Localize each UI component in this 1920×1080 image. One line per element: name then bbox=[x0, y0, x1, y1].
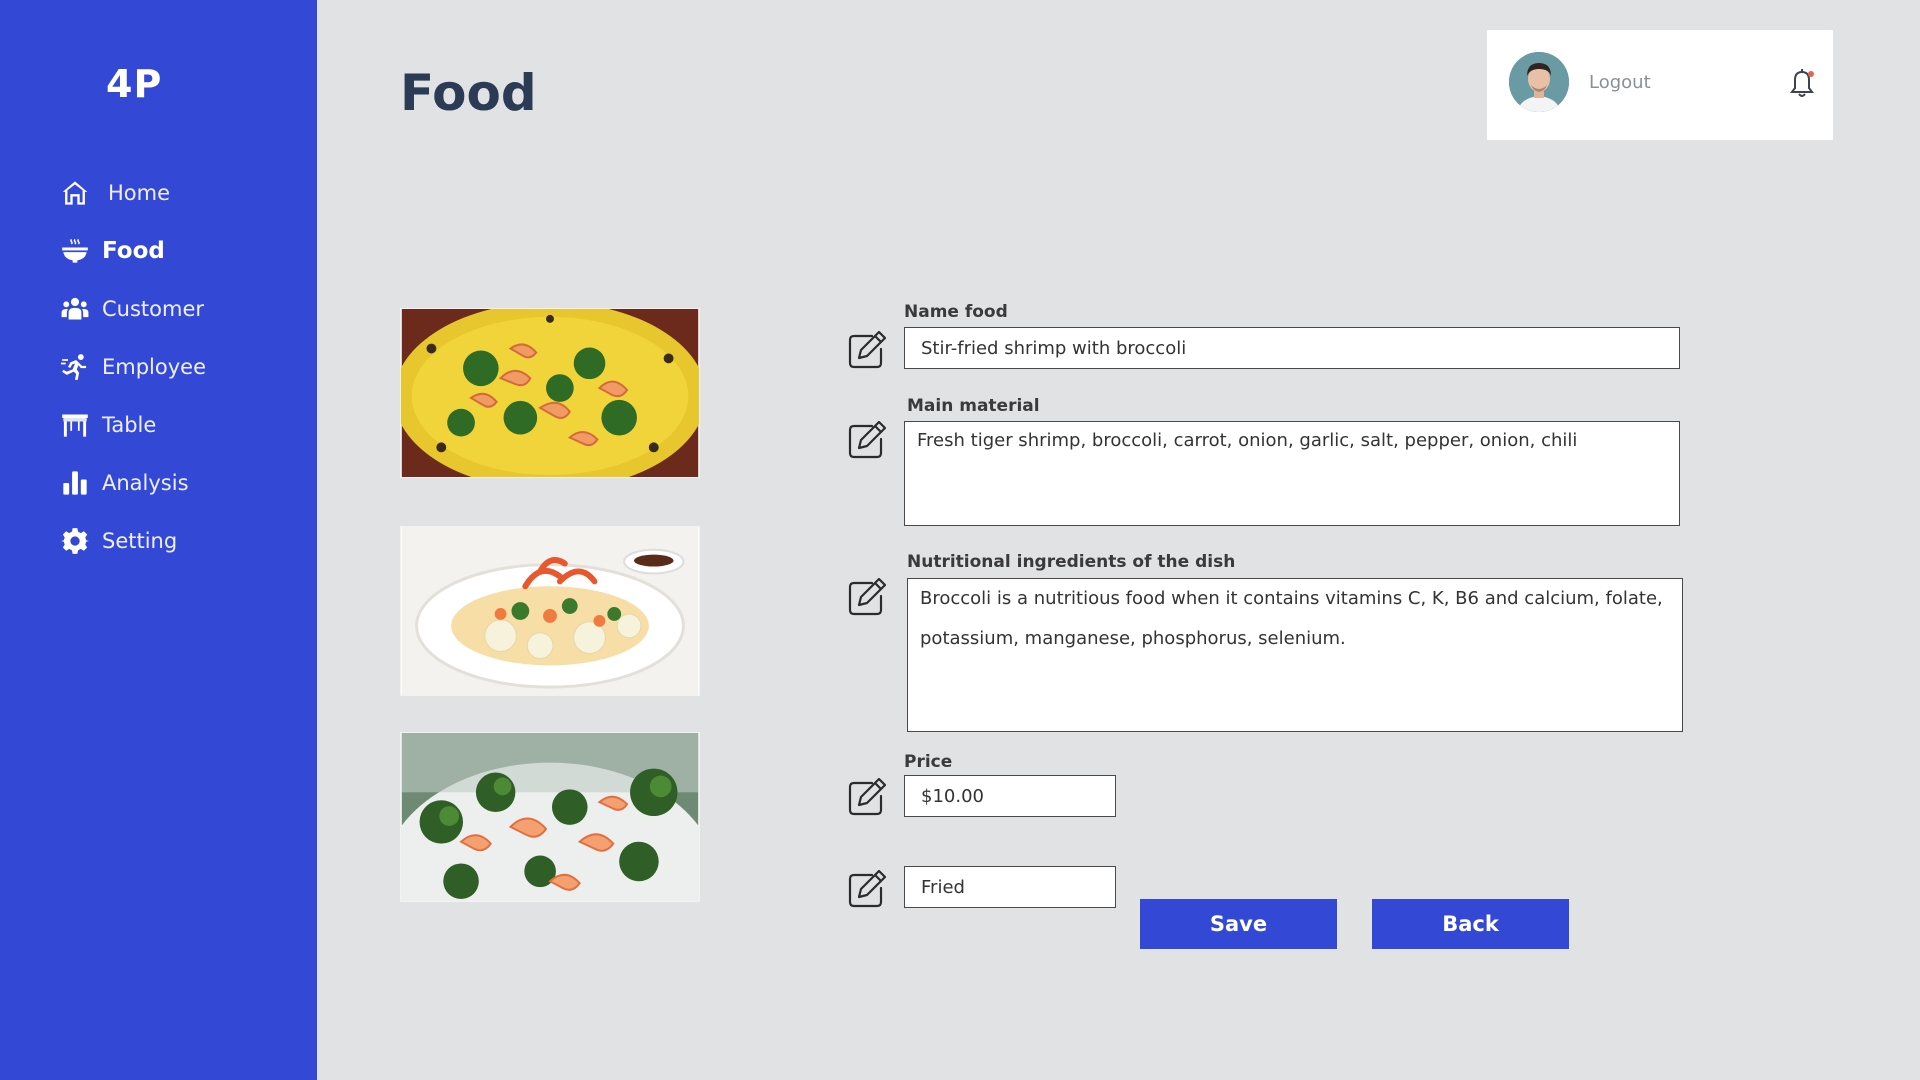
food-image-3[interactable] bbox=[400, 732, 700, 902]
sidebar-item-setting[interactable]: Setting bbox=[60, 512, 206, 570]
food-image-2[interactable] bbox=[400, 526, 700, 696]
sidebar-item-label: Analysis bbox=[102, 471, 189, 495]
gear-icon bbox=[60, 526, 90, 556]
user-panel: Logout bbox=[1487, 30, 1833, 140]
edit-nutrition-icon[interactable] bbox=[846, 576, 888, 618]
notification-dot bbox=[1808, 71, 1814, 77]
sidebar-item-label: Setting bbox=[102, 529, 178, 553]
bowl-icon bbox=[60, 236, 90, 266]
edit-material-icon[interactable] bbox=[846, 419, 888, 461]
main-material-label: Main material bbox=[907, 396, 1040, 416]
shrimp-broccoli-plate-photo bbox=[401, 309, 699, 477]
sidebar-item-label: Employee bbox=[102, 355, 207, 379]
avatar[interactable] bbox=[1509, 52, 1569, 112]
name-food-input[interactable] bbox=[904, 327, 1680, 369]
sidebar-item-food[interactable]: Food bbox=[60, 222, 206, 280]
shrimp-vegetables-white-plate-photo bbox=[401, 527, 699, 695]
logout-link[interactable]: Logout bbox=[1589, 72, 1651, 93]
name-food-label: Name food bbox=[904, 302, 1008, 322]
sidebar-item-analysis[interactable]: Analysis bbox=[60, 454, 206, 512]
sidebar-item-label: Customer bbox=[102, 297, 205, 321]
cooking-type-input[interactable] bbox=[904, 866, 1116, 908]
sidebar-item-employee[interactable]: Employee bbox=[60, 338, 206, 396]
bar-chart-icon bbox=[60, 468, 90, 498]
back-button[interactable]: Back bbox=[1372, 899, 1569, 949]
table-icon bbox=[60, 410, 90, 440]
nutrition-textarea[interactable]: Broccoli is a nutritious food when it co… bbox=[907, 578, 1683, 732]
sidebar-item-home[interactable]: Home bbox=[60, 164, 206, 222]
bell-icon[interactable] bbox=[1787, 68, 1817, 100]
sidebar-item-customer[interactable]: Customer bbox=[60, 280, 206, 338]
food-image-1[interactable] bbox=[400, 308, 700, 478]
sidebar-item-label: Home bbox=[108, 181, 171, 205]
app-logo: 4P bbox=[106, 62, 163, 106]
shrimp-broccoli-bowl-photo bbox=[401, 733, 699, 901]
save-button[interactable]: Save bbox=[1140, 899, 1337, 949]
edit-name-icon[interactable] bbox=[846, 329, 888, 371]
sidebar-item-label: Food bbox=[102, 238, 165, 264]
edit-price-icon[interactable] bbox=[846, 776, 888, 818]
running-person-icon bbox=[60, 352, 90, 382]
sidebar-item-label: Table bbox=[102, 413, 157, 437]
price-input[interactable] bbox=[904, 775, 1116, 817]
sidebar-nav: Home Food Customer Employee Table Analys… bbox=[60, 164, 206, 570]
home-icon bbox=[60, 178, 90, 208]
price-label: Price bbox=[904, 752, 953, 772]
page-title: Food bbox=[400, 64, 537, 122]
main-material-textarea[interactable]: Fresh tiger shrimp, broccoli, carrot, on… bbox=[904, 421, 1680, 526]
sidebar: 4P Home Food Customer Employee Table Ana… bbox=[0, 0, 317, 1080]
edit-type-icon[interactable] bbox=[846, 868, 888, 910]
sidebar-item-table[interactable]: Table bbox=[60, 396, 206, 454]
nutrition-label: Nutritional ingredients of the dish bbox=[907, 552, 1236, 572]
users-icon bbox=[60, 294, 90, 324]
